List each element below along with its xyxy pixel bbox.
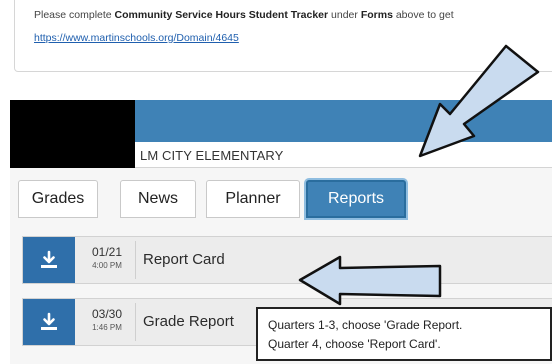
left-arrow-icon: [298, 255, 442, 306]
